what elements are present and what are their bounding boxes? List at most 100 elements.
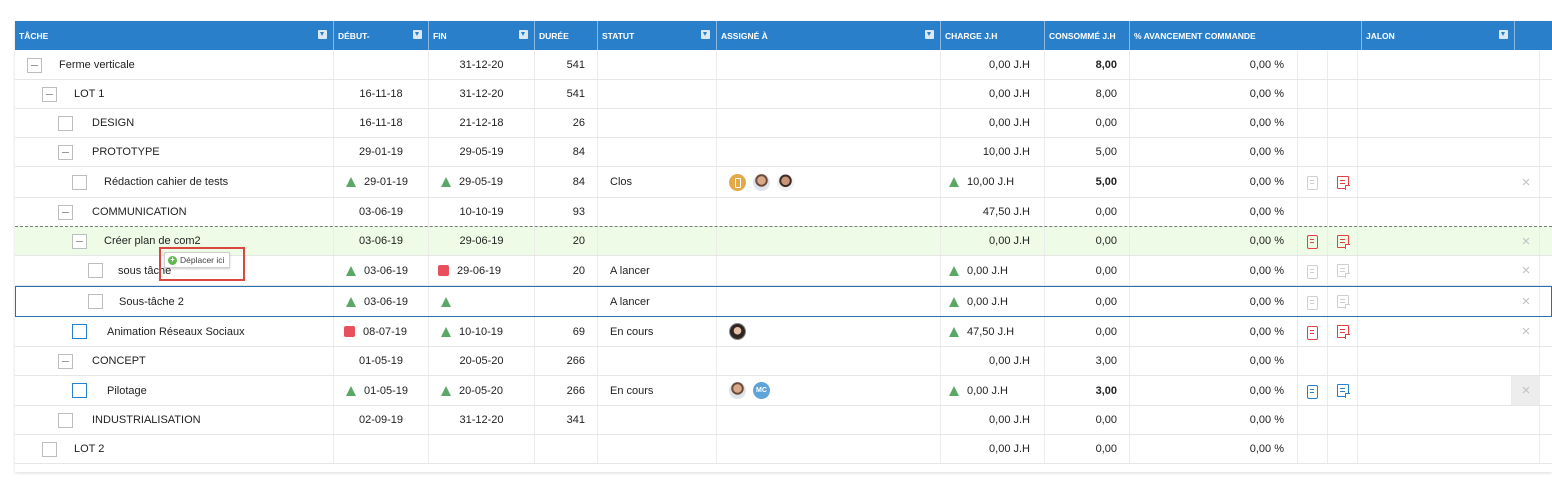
- cell-tache: Sous-tâche 2: [16, 287, 334, 316]
- table-row[interactable]: INDUSTRIALISATION 02-09-19 31-12-20 341 …: [15, 406, 1552, 435]
- avatar[interactable]: [729, 382, 746, 399]
- task-name[interactable]: INDUSTRIALISATION: [92, 406, 201, 434]
- document-icon[interactable]: [1336, 234, 1350, 249]
- collapse-toggle[interactable]: [58, 354, 73, 369]
- close-icon[interactable]: ×: [1522, 294, 1531, 309]
- task-name[interactable]: Animation Réseaux Sociaux: [107, 317, 245, 346]
- avatar[interactable]: [777, 173, 794, 191]
- cell-debut: 03-06-19: [334, 256, 429, 285]
- cell-statut[interactable]: En cours: [598, 376, 717, 405]
- avatar[interactable]: [729, 323, 746, 340]
- document-icon[interactable]: [1336, 384, 1350, 398]
- clipboard-icon[interactable]: [1307, 173, 1318, 190]
- clipboard-icon[interactable]: [1307, 381, 1318, 399]
- cell-assigne[interactable]: [717, 167, 941, 197]
- row-checkbox[interactable]: [88, 263, 103, 278]
- col-header-debut[interactable]: Début-: [334, 21, 429, 50]
- table-row[interactable]: Animation Réseaux Sociaux 08-07-19 10-10…: [15, 317, 1552, 347]
- clipboard-icon[interactable]: [1307, 322, 1318, 340]
- clipboard-icon[interactable]: [1307, 292, 1318, 310]
- avatar-initials[interactable]: MC: [753, 382, 770, 399]
- task-name[interactable]: LOT 1: [74, 80, 104, 108]
- col-header-tache[interactable]: Tâche: [15, 21, 334, 50]
- col-header-statut[interactable]: Statut: [598, 21, 717, 50]
- table-row[interactable]: sous tâche 03-06-19 29-06-19 20 A lancer…: [15, 256, 1552, 286]
- col-header-fin[interactable]: Fin: [429, 21, 535, 50]
- table-row[interactable]: DESIGN 16-11-18 21-12-18 26 0,00 J.H 0,0…: [15, 109, 1552, 138]
- clipboard-icon[interactable]: [1307, 261, 1318, 279]
- row-checkbox[interactable]: [58, 116, 73, 131]
- close-icon[interactable]: ×: [1522, 383, 1531, 398]
- cell-assigne[interactable]: MC: [717, 376, 941, 405]
- close-icon[interactable]: ×: [1522, 234, 1531, 249]
- cell-clipboard: [1298, 406, 1328, 434]
- collapse-toggle[interactable]: [72, 234, 87, 249]
- collapse-toggle[interactable]: [42, 87, 57, 102]
- table-row[interactable]: CONCEPT 01-05-19 20-05-20 266 0,00 J.H 3…: [15, 347, 1552, 376]
- col-header-avancement[interactable]: % Avancement commande: [1130, 21, 1362, 50]
- table-row[interactable]: COMMUNICATION 03-06-19 10-10-19 93 47,50…: [15, 198, 1552, 227]
- filter-icon[interactable]: [925, 30, 934, 39]
- task-name[interactable]: DESIGN: [92, 109, 134, 137]
- table-row-selected[interactable]: Sous-tâche 2 03-06-19 A lancer 0,00 J.H …: [15, 286, 1552, 317]
- filter-icon[interactable]: [413, 30, 422, 39]
- avatar[interactable]: [729, 173, 746, 191]
- document-icon[interactable]: [1336, 175, 1350, 190]
- close-icon[interactable]: ×: [1522, 263, 1531, 278]
- cell-statut[interactable]: Clos: [598, 167, 717, 197]
- close-icon[interactable]: ×: [1522, 324, 1531, 339]
- col-header-duree[interactable]: Durée: [535, 21, 598, 50]
- cell-statut: [598, 347, 717, 375]
- task-name[interactable]: COMMUNICATION: [92, 198, 187, 226]
- col-header-charge[interactable]: Charge J.H: [941, 21, 1045, 50]
- cell-assigne[interactable]: [717, 256, 941, 285]
- cell-clipboard: [1298, 347, 1328, 375]
- row-checkbox[interactable]: [72, 383, 87, 398]
- avatar[interactable]: [753, 173, 770, 191]
- table-row[interactable]: PROTOTYPE 29-01-19 29-05-19 84 10,00 J.H…: [15, 138, 1552, 167]
- task-name[interactable]: Rédaction cahier de tests: [104, 167, 228, 197]
- collapse-toggle[interactable]: [58, 145, 73, 160]
- filter-icon[interactable]: [701, 30, 710, 39]
- task-name[interactable]: LOT 2: [74, 435, 104, 463]
- table-row[interactable]: LOT 2 0,00 J.H 0,00 0,00 %: [15, 435, 1552, 464]
- cell-charge: 0,00 J.H: [941, 287, 1045, 316]
- row-checkbox[interactable]: [58, 413, 73, 428]
- cell-statut[interactable]: A lancer: [598, 287, 717, 316]
- filter-icon[interactable]: [1499, 30, 1508, 39]
- clipboard-icon[interactable]: [1307, 232, 1318, 249]
- task-name[interactable]: Pilotage: [107, 376, 147, 405]
- col-header-jalon[interactable]: Jalon: [1362, 21, 1515, 50]
- cell-charge: 10,00 J.H: [941, 138, 1045, 166]
- col-charge-label: Charge J.H: [945, 30, 998, 41]
- row-checkbox[interactable]: [88, 294, 103, 309]
- task-name[interactable]: Ferme verticale: [59, 51, 135, 79]
- filter-icon[interactable]: [519, 30, 528, 39]
- move-here-tooltip[interactable]: + Déplacer ici: [164, 252, 231, 268]
- row-checkbox[interactable]: [72, 175, 87, 190]
- filter-icon[interactable]: [318, 30, 327, 39]
- collapse-toggle[interactable]: [27, 58, 42, 73]
- table-row[interactable]: LOT 1 16-11-18 31-12-20 541 0,00 J.H 8,0…: [15, 80, 1552, 109]
- cell-statut[interactable]: A lancer: [598, 256, 717, 285]
- row-checkbox[interactable]: [42, 442, 57, 457]
- cell-statut[interactable]: En cours: [598, 317, 717, 346]
- cell-assigne[interactable]: [717, 287, 941, 316]
- col-header-consomme[interactable]: Consommé J.H: [1045, 21, 1130, 50]
- table-row[interactable]: Pilotage 01-05-19 20-05-20 266 En cours …: [15, 376, 1552, 406]
- table-row[interactable]: Rédaction cahier de tests 29-01-19 29-05…: [15, 167, 1552, 198]
- cell-assigne[interactable]: [717, 317, 941, 346]
- document-icon[interactable]: [1336, 264, 1350, 278]
- document-icon[interactable]: [1336, 325, 1350, 339]
- close-icon[interactable]: ×: [1522, 175, 1531, 190]
- collapse-toggle[interactable]: [58, 205, 73, 220]
- table-row-drop-target[interactable]: Créer plan de com2 03-06-19 29-06-19 20 …: [15, 226, 1552, 256]
- task-name[interactable]: CONCEPT: [92, 347, 146, 375]
- task-name[interactable]: Sous-tâche 2: [119, 287, 184, 316]
- table-row[interactable]: Ferme verticale 31-12-20 541 0,00 J.H 8,…: [15, 51, 1552, 80]
- document-icon[interactable]: [1336, 295, 1350, 309]
- row-checkbox[interactable]: [72, 324, 87, 339]
- date-value: 29-01-19: [364, 176, 409, 188]
- col-header-assigne[interactable]: Assigné à: [717, 21, 941, 50]
- task-name[interactable]: PROTOTYPE: [92, 138, 160, 166]
